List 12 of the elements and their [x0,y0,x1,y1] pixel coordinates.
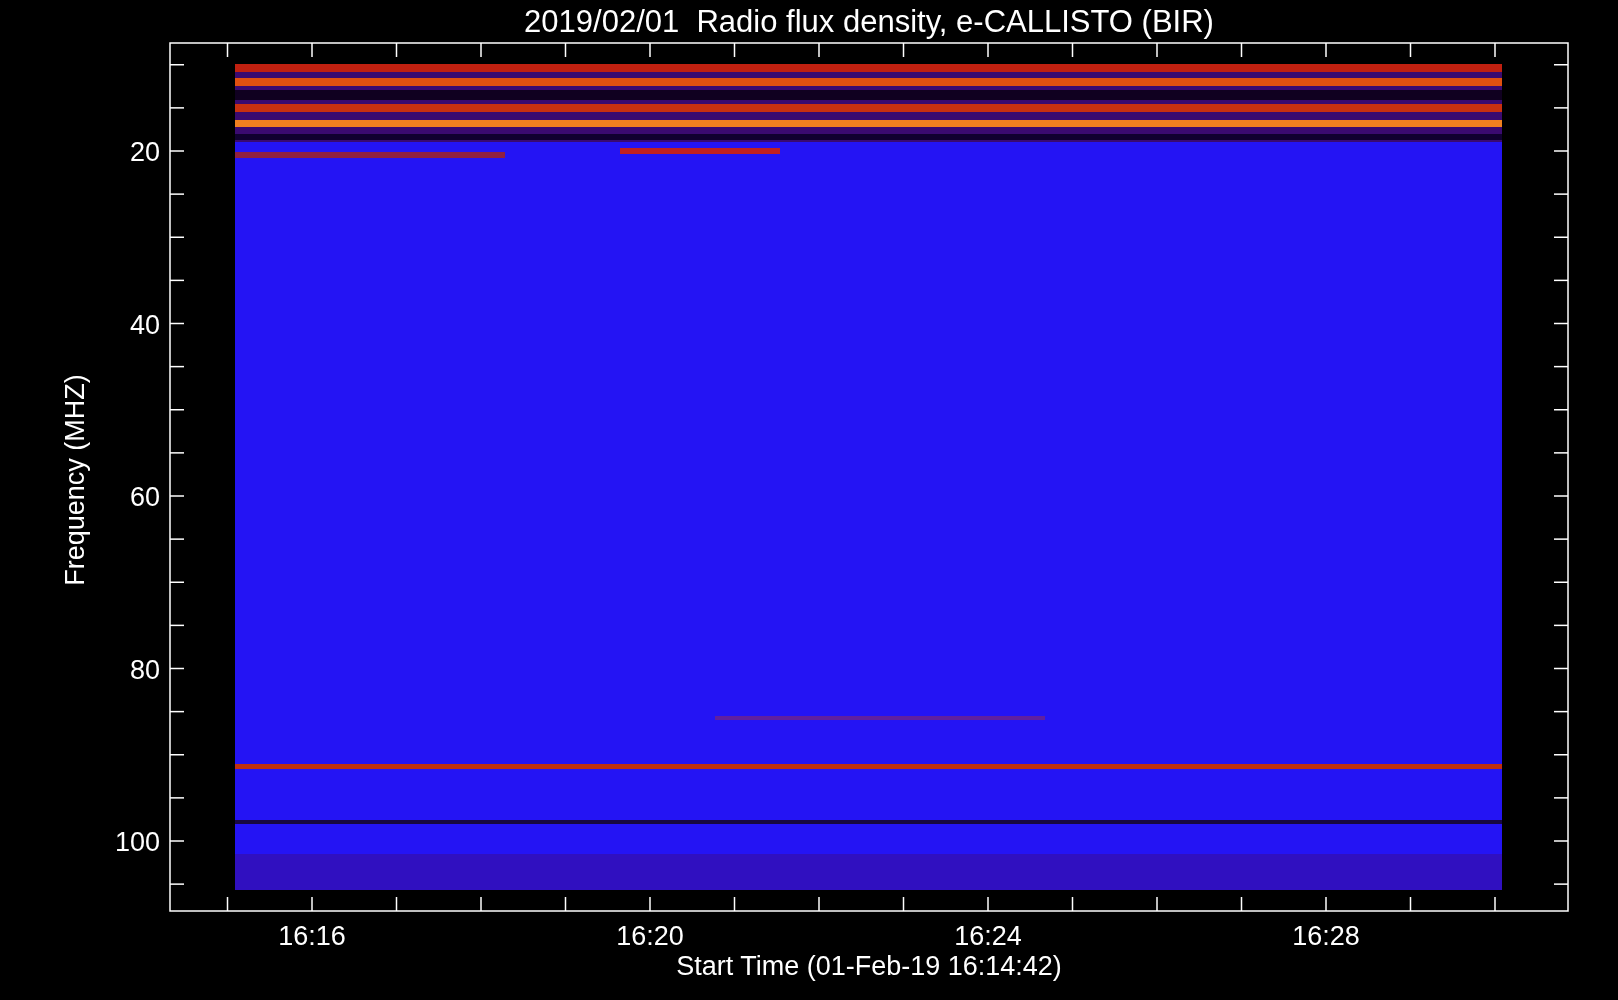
axis-tick-label: 16:28 [1292,921,1360,951]
axis-tick-label: 16:16 [278,921,346,951]
axis-tick-label: 16:20 [616,921,684,951]
axis-tick-label: 16:24 [954,921,1022,951]
axis-title: Start Time (01-Feb-19 16:14:42) [676,951,1062,981]
axis-tick-label: 20 [129,137,160,167]
axis-tick-label: 80 [129,654,160,685]
axis-title: Frequency (MHZ) [60,374,90,586]
axis-tick-label: 40 [129,309,160,340]
axis-tick-label: 60 [129,482,160,512]
axis-tick-label: 100 [114,827,160,857]
chart-title: 2019/02/01 Radio flux density, e-CALLISTO (BIR) [524,4,1214,39]
